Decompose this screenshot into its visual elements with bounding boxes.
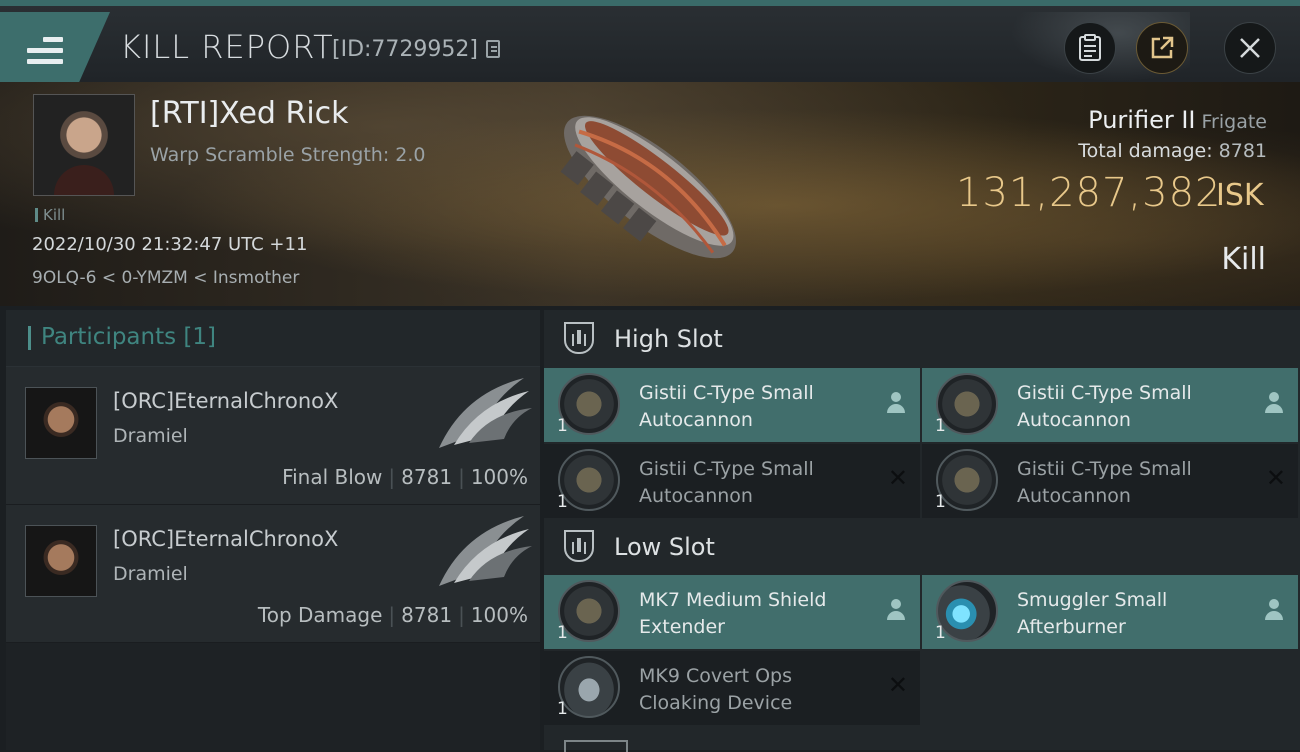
- module-name: MK9 Covert Ops Cloaking Device: [639, 665, 793, 714]
- kill-result: Kill: [1221, 242, 1266, 277]
- share-button[interactable]: [1136, 22, 1188, 74]
- external-share-icon: [1151, 36, 1174, 59]
- participant-portrait[interactable]: [25, 387, 97, 459]
- fitted-person-icon: [1264, 392, 1284, 414]
- high-slot-icon: [564, 322, 594, 354]
- module-name: Gistii C-Type Small Autocannon: [639, 458, 814, 507]
- victim-portrait[interactable]: [33, 94, 135, 196]
- window-title: KILL REPORT: [120, 28, 334, 66]
- kill-summary-banner: [RTI]Xed Rick Warp Scramble Strength: 2.…: [0, 82, 1300, 306]
- isk-value: 131,287,382: [956, 170, 1222, 216]
- participant-portrait[interactable]: [25, 525, 97, 597]
- high-slot-label: High Slot: [614, 325, 723, 353]
- close-button[interactable]: [1224, 22, 1276, 74]
- total-damage-label: Total damage:: [1078, 140, 1213, 162]
- participants-header-accent: [28, 326, 31, 350]
- module-item[interactable]: 1 Gistii C-Type Small Autocannon: [544, 368, 920, 442]
- module-quantity: 1: [935, 492, 946, 512]
- participant-card[interactable]: [ORC]EternalChronoX Dramiel Top Damage | 8…: [6, 505, 540, 643]
- ship-name[interactable]: Purifier II Frigate: [1088, 106, 1267, 134]
- fitted-person-icon: [1264, 599, 1284, 621]
- victim-ship-image[interactable]: [540, 92, 760, 282]
- participant-ship-image: [439, 516, 532, 586]
- module-quantity: 1: [557, 416, 568, 436]
- low-slot-icon: [564, 530, 594, 562]
- module-name: MK7 Medium Shield Extender: [639, 589, 827, 638]
- participant-ship: Dramiel: [113, 425, 188, 447]
- module-name: Gistii C-Type Small Autocannon: [639, 382, 814, 431]
- module-item[interactable]: 1 Smuggler Small Afterburner: [922, 575, 1298, 649]
- module-item[interactable]: 1 Gistii C-Type Small Autocannon ✕: [544, 444, 920, 518]
- low-slot-header: Low Slot: [544, 518, 1300, 576]
- next-slot-header-partial: [564, 740, 628, 752]
- total-damage-value: 8781: [1218, 140, 1267, 162]
- participant-stats: Final Blow | 8781 | 100%: [282, 465, 528, 489]
- total-damage: Total damage: 8781: [1078, 140, 1267, 162]
- hamburger-menu-icon: [27, 37, 63, 65]
- participant-stats: Top Damage | 8781 | 100%: [257, 603, 528, 627]
- participants-panel: Participants [1] [ORC]EternalChronoX Dra…: [6, 310, 540, 750]
- module-quantity: 1: [557, 492, 568, 512]
- module-name: Gistii C-Type Small Autocannon: [1017, 382, 1192, 431]
- participant-name[interactable]: [ORC]EternalChronoX: [113, 527, 338, 551]
- isk-currency: ISK: [1216, 178, 1264, 213]
- ship-type: Purifier II: [1088, 106, 1196, 134]
- kill-timestamp: 2022/10/30 21:32:47 UTC +11: [32, 234, 308, 255]
- kill-tag: Kill: [35, 206, 65, 224]
- module-quantity: 1: [557, 623, 568, 643]
- victim-name[interactable]: [RTI]Xed Rick: [150, 96, 349, 131]
- fitted-person-icon: [886, 599, 906, 621]
- module-name: Gistii C-Type Small Autocannon: [1017, 458, 1192, 507]
- menu-button[interactable]: [0, 12, 110, 82]
- fitted-person-icon: [886, 392, 906, 414]
- clipboard-icon: [1079, 34, 1101, 61]
- participant-card[interactable]: [ORC]EternalChronoX Dramiel Final Blow | 8…: [6, 367, 540, 505]
- participant-percent: 100%: [470, 465, 528, 489]
- module-item[interactable]: 1 Gistii C-Type Small Autocannon ✕: [922, 444, 1298, 518]
- participants-header: Participants [1]: [6, 310, 540, 367]
- module-name: Smuggler Small Afterburner: [1017, 589, 1168, 638]
- copy-icon[interactable]: [486, 40, 500, 58]
- participant-ship-image: [439, 378, 532, 448]
- participant-ship: Dramiel: [113, 563, 188, 585]
- close-icon: [1240, 38, 1260, 58]
- destroyed-x-icon: ✕: [887, 464, 908, 492]
- high-slot-header: High Slot: [544, 310, 1300, 368]
- kill-location[interactable]: 9OLQ-6 < 0-YMZM < Insmother: [32, 268, 299, 288]
- title-bar: KILL REPORT [ID:7729952]: [0, 0, 1300, 82]
- destroyed-x-icon: ✕: [1265, 464, 1286, 492]
- participant-damage: 8781: [401, 603, 453, 627]
- participants-heading: Participants [1]: [41, 324, 216, 350]
- low-slot-label: Low Slot: [614, 533, 715, 561]
- module-item[interactable]: 1 Gistii C-Type Small Autocannon: [922, 368, 1298, 442]
- module-quantity: 1: [935, 623, 946, 643]
- module-item[interactable]: 1 MK9 Covert Ops Cloaking Device ✕: [544, 651, 920, 725]
- clipboard-button[interactable]: [1064, 22, 1116, 74]
- participant-percent: 100%: [470, 603, 528, 627]
- victim-subtitle: Warp Scramble Strength: 2.0: [150, 144, 426, 166]
- fitting-panel: High Slot 1 Gistii C-Type Small Autocann…: [544, 310, 1300, 752]
- ship-class: Frigate: [1201, 111, 1267, 133]
- participant-name[interactable]: [ORC]EternalChronoX: [113, 389, 338, 413]
- report-id: [ID:7729952]: [332, 37, 478, 62]
- module-quantity: 1: [557, 699, 568, 719]
- destroyed-x-icon: ✕: [887, 671, 908, 699]
- module-quantity: 1: [935, 416, 946, 436]
- participant-damage: 8781: [401, 465, 453, 489]
- module-item[interactable]: 1 MK7 Medium Shield Extender: [544, 575, 920, 649]
- participant-role: Top Damage: [257, 603, 383, 627]
- participant-role: Final Blow: [282, 465, 383, 489]
